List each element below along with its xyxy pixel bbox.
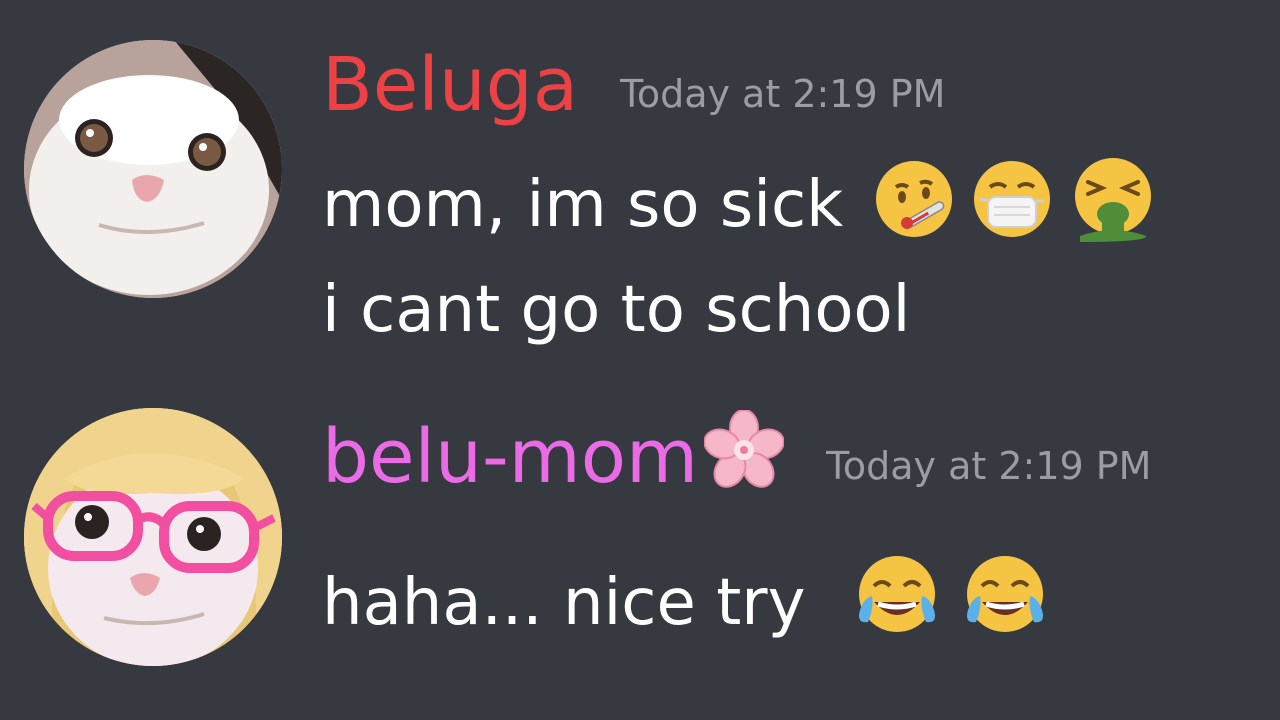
message-text-line: haha... nice try [322,552,1050,661]
message-beluga: Beluga Today at 2:19 PM mom, im so sick [0,0,1280,390]
mask-face-icon [972,159,1052,258]
message-text: mom, im so sick [322,168,844,243]
vomit-face-icon [1070,156,1156,261]
cat-with-glasses-avatar-image [24,408,282,666]
cat-avatar-image [24,40,282,298]
message-text-line: i cant go to school [322,270,910,350]
message-belu-mom: belu-mom Today at 2:19 PM haha... nice t… [0,390,1280,720]
timestamp: Today at 2:19 PM [620,72,946,116]
avatar-beluga[interactable] [24,40,282,298]
avatar-belu-mom[interactable] [24,408,282,666]
message-text: i cant go to school [322,273,911,347]
username[interactable]: Beluga [322,40,578,130]
message-header: belu-mom Today at 2:19 PM [322,409,1152,502]
username[interactable]: belu-mom [322,412,698,502]
message-text-line: mom, im so sick [322,156,1156,261]
tears-of-joy-icon [960,552,1050,661]
tears-of-joy-icon [852,552,942,661]
cherry-blossom-icon [703,409,785,494]
message-header: Beluga Today at 2:19 PM [322,40,945,130]
message-text: haha... nice try [322,566,806,641]
timestamp: Today at 2:19 PM [826,444,1152,488]
thermometer-face-icon [874,159,954,258]
